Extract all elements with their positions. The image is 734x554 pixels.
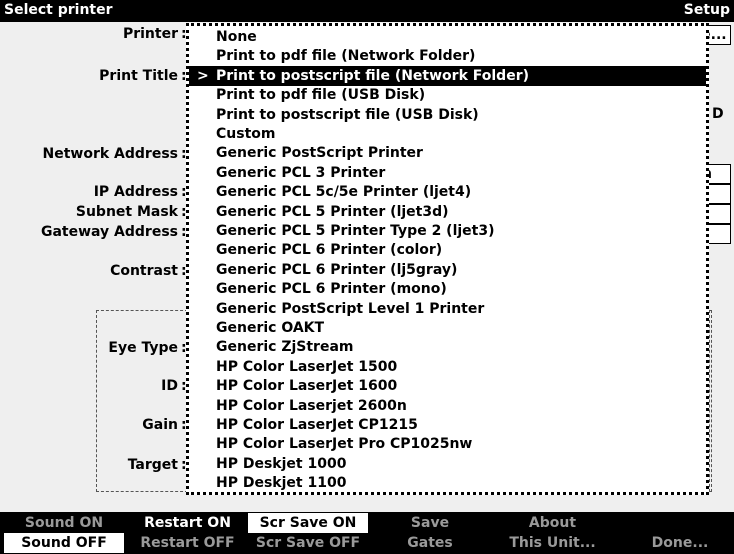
save-label[interactable]: Save: [380, 513, 480, 533]
gates-label[interactable]: Gates: [380, 533, 480, 553]
id-label: ID: [161, 378, 178, 394]
printer-option[interactable]: Generic PCL 6 Printer (color): [189, 240, 706, 260]
printer-option-label: HP Color LaserJet 1500: [216, 358, 398, 375]
printer-option[interactable]: HP Color Laserjet 2600n: [189, 396, 706, 416]
printer-option[interactable]: Print to pdf file (Network Folder): [189, 46, 706, 66]
contrast-label: Contrast: [110, 263, 178, 279]
field-d-label: D: [712, 106, 724, 122]
restart-off-button[interactable]: Restart OFF: [130, 533, 245, 553]
printer-option-label: HP Color LaserJet 1600: [216, 378, 398, 395]
target-label: Target: [127, 457, 178, 473]
softkey-bar: Sound ON Sound OFF Restart ON Restart OF…: [0, 512, 734, 554]
printer-option[interactable]: Generic PCL 3 Printer: [189, 163, 706, 183]
printer-option-label: Custom: [216, 126, 276, 142]
printer-option[interactable]: HP Color LaserJet 1500: [189, 357, 706, 377]
printer-option-label: Generic PCL 6 Printer (lj5gray): [216, 261, 458, 278]
printer-option-label: Generic ZjStream: [216, 339, 354, 356]
window-title: Select printer: [4, 2, 113, 18]
ip-address-label: IP Address: [93, 184, 178, 200]
gain-label: Gain: [142, 417, 178, 433]
this-unit-button[interactable]: This Unit...: [495, 533, 610, 553]
done-button[interactable]: Done...: [630, 533, 730, 553]
printer-option-label: Generic PCL 6 Printer (mono): [216, 281, 447, 298]
sound-on-button[interactable]: Sound ON: [4, 513, 124, 533]
printer-option[interactable]: > Print to postscript file (Network Folde…: [189, 65, 706, 86]
setup-title: Setup: [683, 2, 730, 18]
printer-option-label: Generic PCL 3 Printer: [216, 164, 386, 181]
gateway-address-label: Gateway Address: [40, 224, 178, 240]
printer-option[interactable]: Generic PCL 5 Printer Type 2 (ljet3): [189, 221, 706, 241]
printer-label: Printer: [122, 26, 178, 42]
printer-option[interactable]: HP Color LaserJet CP1215: [189, 415, 706, 435]
sensor-group-box-right: [709, 310, 712, 492]
printer-option-label: Print to postscript file (USB Disk): [216, 106, 479, 123]
printer-option-label: Generic PostScript Printer: [216, 145, 423, 162]
printer-option-label: Generic PCL 5c/5e Printer (ljet4): [216, 184, 472, 201]
printer-option[interactable]: Print to postscript file (USB Disk): [189, 105, 706, 125]
printer-option[interactable]: HP Color LaserJet Pro CP1025nw: [189, 434, 706, 454]
restart-on-button[interactable]: Restart ON: [130, 513, 245, 533]
printer-option-label: HP Deskjet 1000: [216, 455, 347, 472]
sound-off-button[interactable]: Sound OFF: [4, 533, 124, 553]
scr-save-on-button[interactable]: Scr Save ON: [248, 513, 368, 533]
scr-save-off-button[interactable]: Scr Save OFF: [248, 533, 368, 553]
printer-option-label: HP Color Laserjet 2600n: [216, 397, 407, 414]
printer-option[interactable]: HP Deskjet 1000: [189, 454, 706, 474]
about-label[interactable]: About: [495, 513, 610, 533]
printer-option[interactable]: Generic OAKT: [189, 318, 706, 338]
selection-marker: >: [197, 67, 209, 84]
printer-option[interactable]: Generic PostScript Level 1 Printer: [189, 299, 706, 319]
network-address-label: Network Address: [42, 146, 179, 162]
printer-option-label: Print to pdf file (USB Disk): [216, 87, 426, 104]
printer-option[interactable]: Generic PCL 6 Printer (lj5gray): [189, 260, 706, 280]
printer-option[interactable]: HP Color LaserJet 1600: [189, 376, 706, 396]
printer-option[interactable]: Generic PCL 5 Printer (ljet3d): [189, 202, 706, 222]
printer-option-label: Generic PCL 6 Printer (color): [216, 242, 443, 259]
printer-option[interactable]: Generic ZjStream: [189, 337, 706, 357]
eye-type-label: Eye Type: [108, 340, 178, 356]
printer-option[interactable]: None: [189, 27, 706, 47]
printer-option-label: Generic PCL 5 Printer (ljet3d): [216, 203, 449, 220]
printer-option-label: Generic PCL 5 Printer Type 2 (ljet3): [216, 223, 495, 239]
title-bar: Select printer Setup: [0, 0, 734, 22]
subnet-mask-label: Subnet Mask: [75, 204, 178, 220]
printer-option[interactable]: Generic PostScript Printer: [189, 143, 706, 163]
printer-option-label: HP Color LaserJet CP1215: [216, 417, 418, 433]
printer-dropdown-list[interactable]: None Print to pdf file (Network Folder) > P…: [186, 23, 709, 495]
printer-option[interactable]: HP Deskjet 1100: [189, 473, 706, 492]
printer-option[interactable]: Custom: [189, 124, 706, 144]
printer-option-label: Print to postscript file (Network Folder…: [216, 67, 529, 84]
printer-option[interactable]: Generic PCL 5c/5e Printer (ljet4): [189, 182, 706, 202]
printer-option-label: Print to pdf file (Network Folder): [216, 48, 476, 65]
print-title-label: Print Title: [99, 68, 178, 84]
printer-option-label: HP Deskjet 1100: [216, 475, 347, 492]
printer-option[interactable]: Print to pdf file (USB Disk): [189, 85, 706, 105]
printer-option-label: Generic PostScript Level 1 Printer: [216, 300, 485, 317]
printer-option-label: Generic OAKT: [216, 320, 325, 336]
printer-option-label: None: [216, 29, 257, 45]
printer-option-label: HP Color LaserJet Pro CP1025nw: [216, 436, 473, 453]
printer-option[interactable]: Generic PCL 6 Printer (mono): [189, 279, 706, 299]
